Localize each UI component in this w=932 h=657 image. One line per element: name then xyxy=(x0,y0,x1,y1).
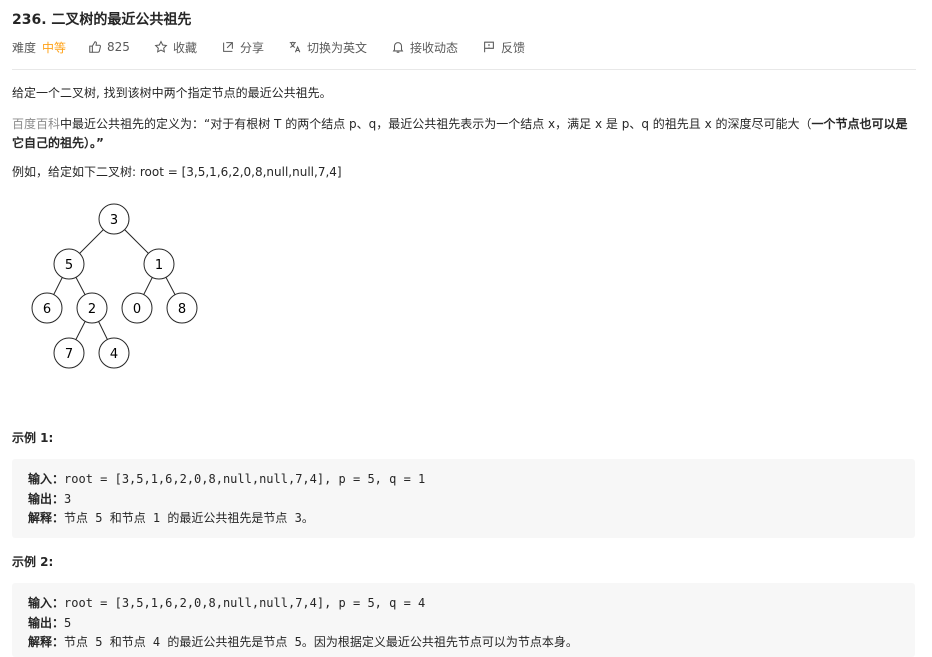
favorite-button[interactable]: 收藏 xyxy=(154,39,197,56)
example-tree-text: 例如，给定如下二叉树: root = [3,5,1,6,2,0,8,null,n… xyxy=(12,165,342,179)
lca-definition: 百度百科中最近公共祖先的定义为：“对于有根树 T 的两个结点 p、q，最近公共祖… xyxy=(12,115,917,153)
input-value: root = [3,5,1,6,2,0,8,null,null,7,4], p … xyxy=(64,472,426,486)
explain-value: 节点 5 和节点 1 的最近公共祖先是节点 3。 xyxy=(64,511,314,525)
output-label: 输出： xyxy=(28,492,65,506)
input-value: root = [3,5,1,6,2,0,8,null,null,7,4], p … xyxy=(64,596,426,610)
example-1-explain-line: 解释：节点 5 和节点 1 的最近公共祖先是节点 3。 xyxy=(28,508,314,528)
switch-language-button[interactable]: 切换为英文 xyxy=(288,39,367,56)
feedback-label: 反馈 xyxy=(501,40,526,55)
tree-node-label: 5 xyxy=(65,258,73,273)
problem-page: 236. 二叉树的最近公共祖先 难度 中等 825 收藏 分享 切换为英文 接收… xyxy=(0,0,932,657)
tree-node-label: 0 xyxy=(133,302,141,317)
problem-intro: 给定一个二叉树, 找到该树中两个指定节点的最近公共祖先。 xyxy=(12,86,332,100)
tree-node-label: 8 xyxy=(178,302,186,317)
tree-node-label: 4 xyxy=(110,347,118,362)
input-label: 输入： xyxy=(28,472,65,486)
explain-label: 解释： xyxy=(28,511,65,525)
example-2-box: 输入：root = [3,5,1,6,2,0,8,null,null,7,4],… xyxy=(12,583,915,657)
output-value: 3 xyxy=(64,492,72,506)
share-button[interactable]: 分享 xyxy=(221,39,264,56)
tree-node-8: 8 xyxy=(166,292,198,324)
tree-node-3: 3 xyxy=(98,203,130,235)
tree-edges xyxy=(46,218,183,354)
like-button[interactable]: 825 xyxy=(88,40,130,54)
tree-node-label: 6 xyxy=(43,302,51,317)
difficulty-badge: 中等 xyxy=(42,40,67,55)
tree-node-label: 1 xyxy=(155,258,163,273)
output-value: 5 xyxy=(64,616,72,630)
tree-node-2: 2 xyxy=(76,292,108,324)
tree-node-0: 0 xyxy=(121,292,153,324)
explain-value: 节点 5 和节点 4 的最近公共祖先是节点 5。因为根据定义最近公共祖先节点可以… xyxy=(64,635,578,649)
example-2-output-line: 输出：5 xyxy=(28,613,71,633)
flag-icon xyxy=(484,41,494,53)
like-count: 825 xyxy=(107,40,130,54)
input-label: 输入： xyxy=(28,596,65,610)
example-2-title: 示例 2: xyxy=(12,555,54,569)
example-1-title: 示例 1: xyxy=(12,431,54,445)
tree-node-5: 5 xyxy=(53,248,85,280)
bell-icon xyxy=(392,42,404,53)
example-1-box: 输入：root = [3,5,1,6,2,0,8,null,null,7,4],… xyxy=(12,459,915,538)
explain-label: 解释： xyxy=(28,635,65,649)
subscribe-button[interactable]: 接收动态 xyxy=(391,39,458,56)
star-icon xyxy=(154,40,168,53)
example-2-input-line: 输入：root = [3,5,1,6,2,0,8,null,null,7,4],… xyxy=(28,593,425,613)
translate-icon xyxy=(289,41,301,53)
tree-node-label: 3 xyxy=(110,213,118,228)
tree-node-1: 1 xyxy=(143,248,175,280)
tree-node-6: 6 xyxy=(31,292,63,324)
subscribe-label: 接收动态 xyxy=(409,40,458,55)
definition-end-text: ）。” xyxy=(84,136,104,150)
example-1-output-line: 输出：3 xyxy=(28,489,71,509)
tree-node-label: 2 xyxy=(88,302,96,317)
header-divider xyxy=(12,69,916,70)
example-1-input-line: 输入：root = [3,5,1,6,2,0,8,null,null,7,4],… xyxy=(28,469,425,489)
tree-node-label: 7 xyxy=(65,347,73,362)
output-label: 输出： xyxy=(28,616,65,630)
favorite-label: 收藏 xyxy=(172,40,197,55)
switch-language-label: 切换为英文 xyxy=(306,40,367,55)
example-2-explain-line: 解释：节点 5 和节点 4 的最近公共祖先是节点 5。因为根据定义最近公共祖先节… xyxy=(28,632,578,652)
problem-meta-bar: 难度 中等 825 收藏 分享 切换为英文 接收动态 反馈 xyxy=(12,37,549,57)
share-icon xyxy=(223,42,233,52)
baike-link[interactable]: 百度百科 xyxy=(12,117,60,131)
tree-node-7: 7 xyxy=(53,337,85,369)
thumbs-up-icon xyxy=(89,41,102,53)
definition-text: 中最近公共祖先的定义为：“对于有根树 T 的两个结点 p、q，最近公共祖先表示为… xyxy=(60,117,812,131)
share-label: 分享 xyxy=(239,40,264,55)
binary-tree-diagram: 3 5 1 6 2 0 8 7 4 xyxy=(31,203,198,369)
tree-node-4: 4 xyxy=(98,337,130,369)
difficulty-label: 难度 xyxy=(12,40,37,55)
problem-title: 236. 二叉树的最近公共祖先 xyxy=(12,12,192,28)
feedback-button[interactable]: 反馈 xyxy=(482,39,525,56)
